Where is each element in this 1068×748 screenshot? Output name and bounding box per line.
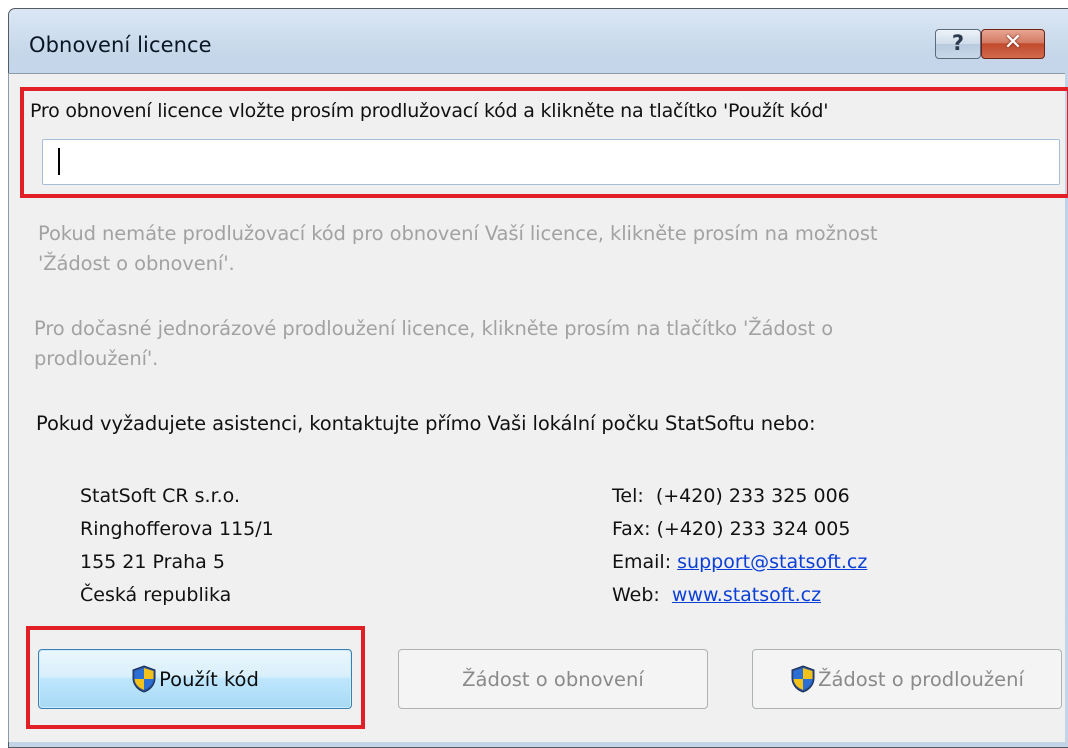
phone-number: (+420) 233 325 006	[655, 485, 850, 507]
renewal-hint-line-1: Pokud nemáte prodlužovací kód pro obnove…	[38, 222, 878, 245]
request-renewal-label: Žádost o obnovení	[462, 667, 644, 691]
dialog-title: Obnovení licence	[29, 33, 212, 57]
extension-hint-line-1: Pro dočasné jednorázové prodloužení lice…	[34, 317, 834, 340]
email-row: Email: support@statsoft.cz	[612, 546, 867, 579]
extension-hint-text: Pro dočasné jednorázové prodloužení lice…	[34, 314, 1054, 374]
renewal-hint-text: Pokud nemáte prodlužovací kód pro obnove…	[38, 219, 1058, 279]
support-email-link[interactable]: support@statsoft.cz	[677, 551, 867, 573]
close-button[interactable]: ✕	[981, 29, 1045, 59]
fax-label: Fax:	[612, 518, 657, 540]
apply-code-label: Použít kód	[159, 667, 259, 691]
contact-address: StatSoft CR s.r.o. Ringhofferova 115/1 1…	[80, 480, 274, 612]
renewal-code-input[interactable]	[42, 139, 1060, 185]
fax-row: Fax: (+420) 233 324 005	[612, 513, 867, 546]
uac-shield-icon	[132, 665, 156, 693]
request-extension-button[interactable]: Žádost o prodloužení	[752, 649, 1062, 709]
apply-code-button[interactable]: Použít kód	[38, 649, 352, 709]
instruction-label: Pro obnovení licence vložte prosím prodl…	[30, 100, 829, 122]
phone-label: Tel:	[612, 485, 656, 507]
fax-number: (+420) 233 324 005	[656, 518, 851, 540]
text-caret	[58, 148, 60, 175]
country: Česká republika	[80, 584, 232, 606]
assistance-text: Pokud vyžadujete asistenci, kontaktujte …	[36, 412, 816, 435]
website-link[interactable]: www.statsoft.cz	[672, 584, 821, 606]
web-label: Web:	[612, 584, 672, 606]
renewal-hint-line-2: 'Žádost o obnovení'.	[38, 252, 235, 275]
close-icon: ✕	[1003, 30, 1023, 55]
help-button[interactable]: ?	[935, 29, 981, 59]
title-bar[interactable]: Obnovení licence ? ✕	[9, 9, 1068, 77]
company-name: StatSoft CR s.r.o.	[80, 485, 241, 507]
web-row: Web: www.statsoft.cz	[612, 579, 867, 612]
phone-row: Tel: (+420) 233 325 006	[612, 480, 867, 513]
help-icon: ?	[951, 30, 965, 55]
request-extension-label: Žádost o prodloužení	[818, 667, 1024, 691]
contact-details: Tel: (+420) 233 325 006 Fax: (+420) 233 …	[612, 480, 867, 612]
city-address: 155 21 Praha 5	[80, 551, 225, 573]
request-renewal-button[interactable]: Žádost o obnovení	[398, 649, 708, 709]
street-address: Ringhofferova 115/1	[80, 518, 274, 540]
uac-shield-icon	[791, 665, 815, 693]
email-label: Email:	[612, 551, 678, 573]
extension-hint-line-2: prodloužení'.	[34, 347, 159, 370]
